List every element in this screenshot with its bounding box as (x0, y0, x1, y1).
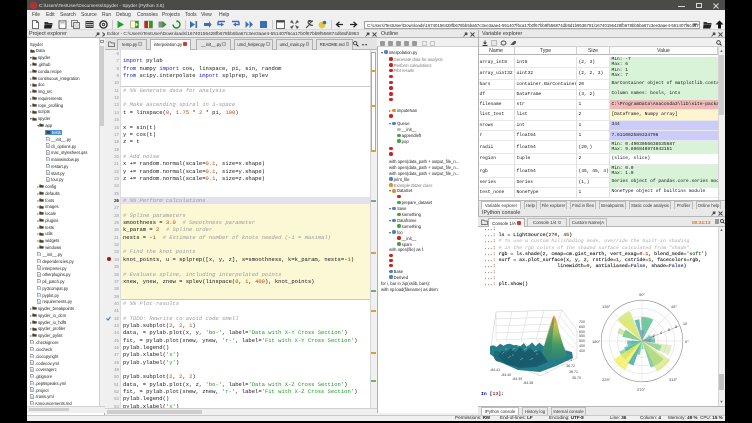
svg-text:36.70: 36.70 (572, 376, 581, 380)
svg-text:500: 500 (579, 339, 585, 343)
svg-text:315°: 315° (669, 377, 678, 382)
svg-text:225°: 225° (602, 377, 611, 382)
svg-text:0°: 0° (685, 339, 689, 344)
svg-text:10: 10 (683, 322, 687, 326)
svg-text:650: 650 (579, 325, 585, 329)
svg-text:4: 4 (660, 331, 662, 335)
svg-text:2: 2 (653, 334, 655, 338)
svg-text:-84.38: -84.38 (523, 381, 533, 385)
svg-text:550: 550 (579, 334, 585, 338)
svg-text:-84.39: -84.39 (512, 377, 522, 381)
svg-text:-84.41: -84.41 (490, 368, 500, 372)
svg-text:8: 8 (675, 325, 677, 329)
svg-text:270°: 270° (637, 387, 646, 392)
svg-text:6: 6 (668, 328, 670, 332)
svg-text:-84.40: -84.40 (501, 373, 511, 377)
svg-text:90°: 90° (639, 292, 645, 297)
svg-text:36.72: 36.72 (566, 364, 575, 368)
svg-text:36.71: 36.71 (569, 370, 578, 374)
svg-text:45°: 45° (671, 304, 677, 309)
svg-text:135°: 135° (602, 304, 611, 309)
svg-text:450: 450 (579, 344, 585, 348)
svg-text:400: 400 (579, 349, 585, 353)
svg-text:700: 700 (579, 320, 585, 324)
svg-text:180°: 180° (592, 339, 601, 344)
